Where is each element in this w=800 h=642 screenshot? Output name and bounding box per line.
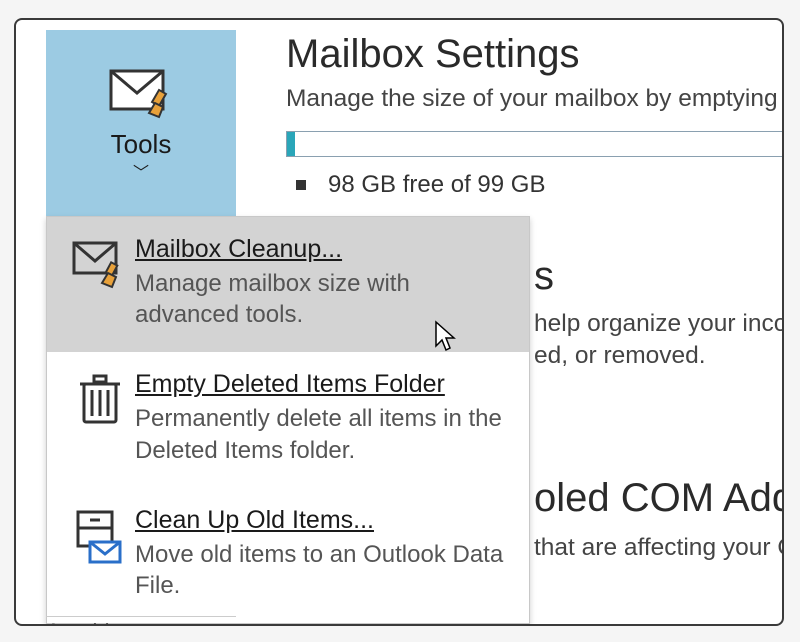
bg-addins-line: that are affecting your O xyxy=(534,534,784,562)
bg-rules-line2: ed, or removed. xyxy=(534,342,706,370)
tools-dropdown: Mailbox Cleanup... Manage mailbox size w… xyxy=(46,216,530,624)
storage-text: 98 GB free of 99 GB xyxy=(328,171,545,199)
trash-icon xyxy=(65,370,135,428)
tools-label: Tools xyxy=(111,129,172,160)
mailbox-cleanup-icon xyxy=(65,235,135,289)
menu-mailbox-cleanup[interactable]: Mailbox Cleanup... Manage mailbox size w… xyxy=(47,217,529,352)
page-title: Mailbox Settings xyxy=(286,32,782,77)
mailbox-cleanup-icon xyxy=(105,65,177,119)
menu-item-title: Clean Up Old Items... xyxy=(135,506,511,535)
window-frame: Mailbox Settings Manage the size of your… xyxy=(14,18,784,626)
menu-item-desc: Permanently delete all items in the Dele… xyxy=(135,403,511,465)
bg-addins-heading-frag: oled COM Add- xyxy=(534,476,784,521)
progress-fill xyxy=(287,132,295,156)
menu-item-desc: Move old items to an Outlook Data File. xyxy=(135,539,511,601)
tools-button[interactable]: Tools ﹀ xyxy=(46,30,236,216)
storage-line: 98 GB free of 99 GB xyxy=(286,171,782,199)
menu-empty-deleted[interactable]: Empty Deleted Items Folder Permanently d… xyxy=(47,352,529,487)
menu-item-title: Empty Deleted Items Folder xyxy=(135,370,511,399)
archive-icon xyxy=(65,506,135,564)
menu-item-title: Mailbox Cleanup... xyxy=(135,235,511,264)
sidebar-addins-stub[interactable]: Auu-iris xyxy=(46,616,236,626)
page-subtitle: Manage the size of your mailbox by empty… xyxy=(286,85,782,113)
bullet-icon xyxy=(296,180,306,190)
storage-progress xyxy=(286,131,782,157)
menu-cleanup-old[interactable]: Clean Up Old Items... Move old items to … xyxy=(47,488,529,623)
menu-item-desc: Manage mailbox size with advanced tools. xyxy=(135,268,511,330)
chevron-down-icon: ﹀ xyxy=(133,166,149,182)
bg-rules-heading-frag: s xyxy=(534,254,554,299)
bg-rules-line1: help organize your inco xyxy=(534,310,784,338)
progress-bar xyxy=(286,131,784,157)
main-content: Mailbox Settings Manage the size of your… xyxy=(286,32,782,199)
